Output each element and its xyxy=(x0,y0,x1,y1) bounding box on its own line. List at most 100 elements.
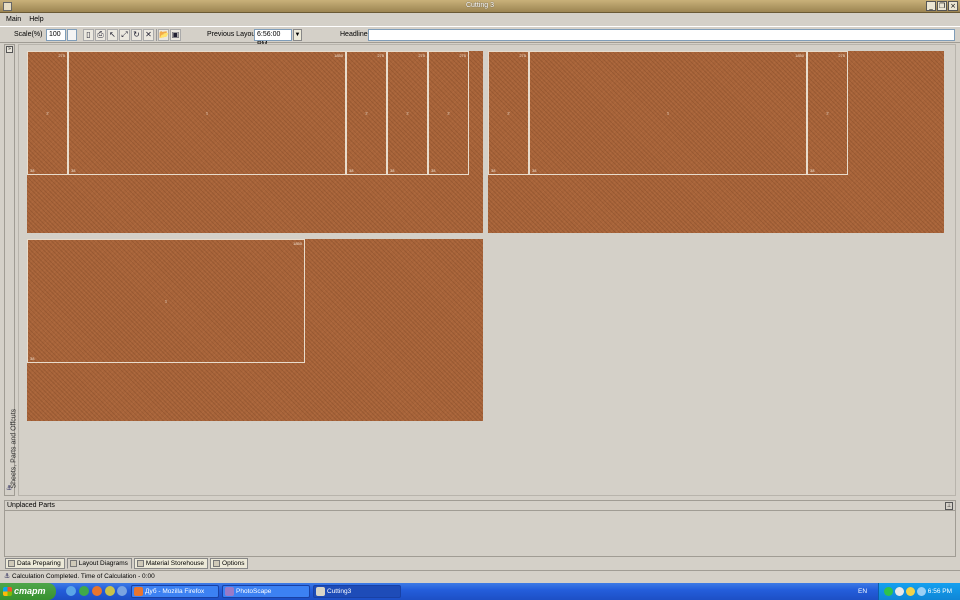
restore-button[interactable]: ❐ xyxy=(937,1,947,11)
status-bar: ⚓ Calculation Completed. Time of Calcula… xyxy=(0,570,960,581)
rotate-icon[interactable]: ↻ xyxy=(131,29,142,41)
minimize-button[interactable]: _ xyxy=(926,1,936,11)
layout-diagram-area[interactable]: 275 2 38 1850 1 38 275 2 38 275 2 38 275… xyxy=(18,44,956,496)
title-bar: Cutting 3 _ ❐ × xyxy=(0,0,960,13)
part-height: 38 xyxy=(349,168,354,173)
part-id: 1 xyxy=(666,110,670,116)
part[interactable]: 275 2 38 xyxy=(346,51,387,175)
quicklaunch-icon[interactable] xyxy=(79,586,89,596)
unplaced-parts-title: Unplaced Parts xyxy=(7,502,55,509)
part-width: 1850 xyxy=(795,53,804,58)
storehouse-icon xyxy=(136,560,144,567)
part[interactable]: 1850 1 38 xyxy=(68,51,346,175)
scale-input[interactable]: 100 xyxy=(46,29,66,41)
part-height: 38 xyxy=(71,168,76,173)
part-height: 38 xyxy=(431,168,436,173)
skype-icon[interactable] xyxy=(884,587,893,596)
sheet-1[interactable]: 275 2 38 1850 1 38 275 2 38 275 2 38 275… xyxy=(27,51,483,233)
language-indicator[interactable]: EN xyxy=(858,588,867,595)
tray-icon[interactable] xyxy=(917,587,926,596)
menu-help[interactable]: Help xyxy=(29,16,43,23)
status-text: Calculation Completed. Time of Calculati… xyxy=(12,573,155,580)
wrench-icon xyxy=(8,560,15,567)
clock[interactable]: 6:56 PM xyxy=(928,588,952,595)
firefox-icon[interactable] xyxy=(92,586,102,596)
part-height: 38 xyxy=(30,168,35,173)
part-width: 275 xyxy=(58,53,65,58)
part[interactable]: 275 2 38 xyxy=(488,51,529,175)
tab-material-storehouse[interactable]: Material Storehouse xyxy=(133,558,209,569)
pin-icon[interactable]: » xyxy=(6,46,13,53)
task-label: PhotoScape xyxy=(236,588,272,595)
previous-layout-label: Previous Layout xyxy=(207,31,258,38)
firefox-icon xyxy=(134,587,143,596)
chevron-down-icon[interactable]: ▼ xyxy=(293,29,302,41)
task-firefox[interactable]: Дуб - Mozilla Firefox xyxy=(131,585,219,598)
windows-logo-icon xyxy=(3,587,12,596)
tray-icon[interactable] xyxy=(906,587,915,596)
part-height: 38 xyxy=(810,168,815,173)
scale-spinner[interactable] xyxy=(67,29,77,41)
headline-input[interactable] xyxy=(368,29,955,41)
cursor-icon[interactable]: ↖ xyxy=(107,29,118,41)
diagram-icon xyxy=(69,560,77,567)
toolbar: Scale(%) 100 ▯ ⎙ ↖ ⤢ ↻ ✕ 📂 ▣ Previous La… xyxy=(0,26,960,48)
part[interactable]: 275 2 38 xyxy=(387,51,428,175)
part-width: 275 xyxy=(459,53,466,58)
start-button[interactable]: старт xyxy=(0,583,56,600)
tab-label: Layout Diagrams xyxy=(78,560,128,567)
part-id: 2 xyxy=(447,110,450,116)
part-id: 2 xyxy=(46,110,49,116)
scale-label: Scale(%) xyxy=(14,31,43,38)
sheet-2[interactable]: 275 2 38 1850 1 38 275 2 38 xyxy=(488,51,944,233)
part[interactable]: 275 2 38 xyxy=(428,51,469,175)
quicklaunch-icon[interactable] xyxy=(105,586,115,596)
ie-icon[interactable] xyxy=(66,586,76,596)
sheets-parts-offcuts-panel[interactable]: » Sheets, Parts and Offcuts ⚓ xyxy=(4,44,18,496)
part-id: 2 xyxy=(406,110,409,116)
system-tray: 6:56 PM xyxy=(878,583,960,600)
sheet-3[interactable]: 1850 1 38 xyxy=(27,239,483,421)
open-folder-icon[interactable]: 📂 xyxy=(158,29,169,41)
task-cutting3[interactable]: Cutting3 xyxy=(313,585,401,598)
bottom-tabs: Data Preparing Layout Diagrams Material … xyxy=(5,558,249,569)
anchor-icon: ⚓ xyxy=(6,484,13,492)
photoscape-icon xyxy=(225,587,234,596)
tab-label: Material Storehouse xyxy=(145,560,205,567)
tab-label: Options xyxy=(222,560,245,567)
tab-data-preparing[interactable]: Data Preparing xyxy=(5,558,65,569)
task-photoscape[interactable]: PhotoScape xyxy=(222,585,310,598)
fit-icon[interactable]: ⤢ xyxy=(119,29,130,41)
part[interactable]: 1850 1 38 xyxy=(529,51,807,175)
side-panel-label: Sheets, Parts and Offcuts xyxy=(10,408,18,489)
unplaced-parts-list[interactable] xyxy=(4,511,956,557)
cutting-app-icon xyxy=(316,587,325,596)
part-id: 2 xyxy=(826,110,829,116)
tab-layout-diagrams[interactable]: Layout Diagrams xyxy=(66,558,132,569)
part[interactable]: 1850 1 38 xyxy=(27,239,305,363)
anchor-icon: ⚓ xyxy=(4,572,11,580)
part-width: 275 xyxy=(519,53,526,58)
previous-layout-select[interactable]: 6:56:00 PM xyxy=(254,29,292,48)
window-controls: _ ❐ × xyxy=(926,1,958,11)
delete-icon[interactable]: ✕ xyxy=(143,29,154,41)
part-id: 2 xyxy=(365,110,368,116)
close-button[interactable]: × xyxy=(948,1,958,11)
part[interactable]: 275 2 38 xyxy=(807,51,848,175)
quicklaunch-icon[interactable] xyxy=(117,586,127,596)
unplaced-parts-header: Unplaced Parts ⊥ xyxy=(4,500,956,511)
print-preview-icon[interactable]: ⎙ xyxy=(95,29,106,41)
part-width: 275 xyxy=(377,53,384,58)
start-label: старт xyxy=(14,586,46,596)
tab-options[interactable]: Options xyxy=(210,558,249,569)
save-icon[interactable]: ▣ xyxy=(170,29,181,41)
pin-icon[interactable]: ⊥ xyxy=(945,502,953,510)
part[interactable]: 275 2 38 xyxy=(27,51,68,175)
menu-main[interactable]: Main xyxy=(6,16,21,23)
headline-label: Headline xyxy=(340,31,368,38)
tray-icon[interactable] xyxy=(895,587,904,596)
document-icon[interactable]: ▯ xyxy=(83,29,94,41)
taskbar: старт Дуб - Mozilla Firefox PhotoScape C… xyxy=(0,583,960,600)
task-label: Дуб - Mozilla Firefox xyxy=(145,588,205,595)
part-id: 1 xyxy=(164,298,168,304)
